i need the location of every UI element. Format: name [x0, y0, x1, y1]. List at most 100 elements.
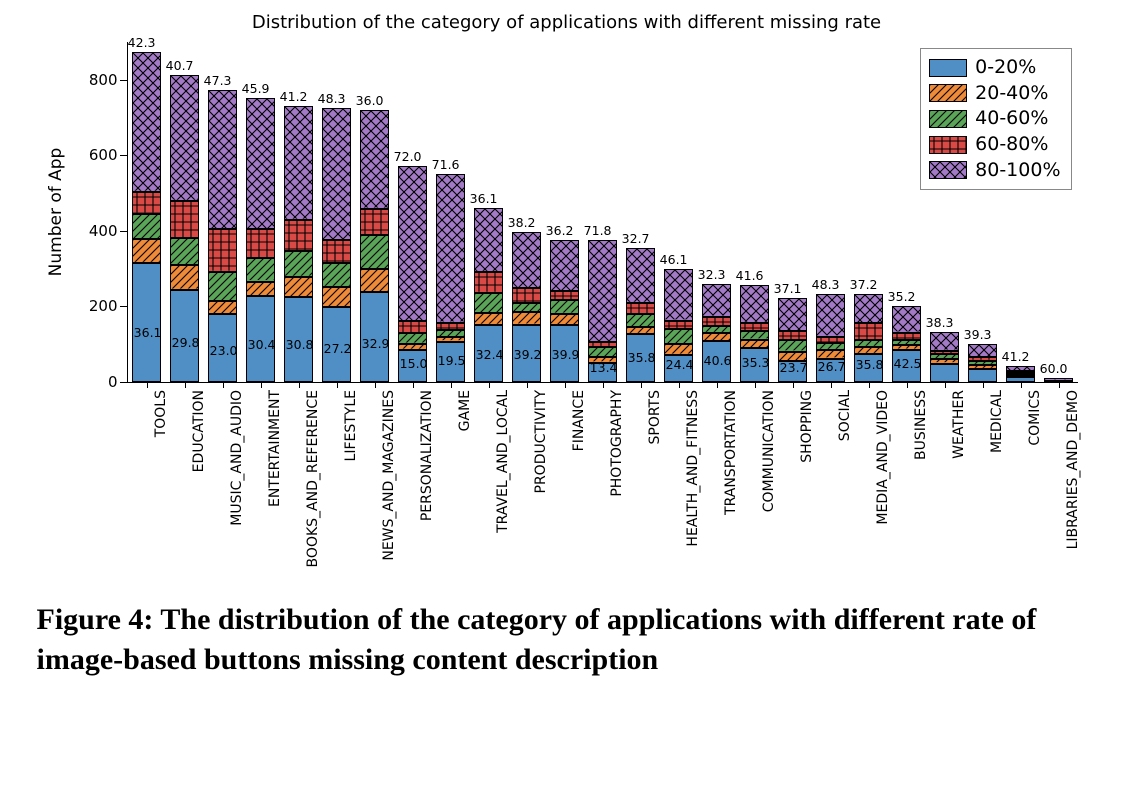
legend-swatch: [929, 84, 967, 102]
bar-segment: [208, 90, 238, 229]
x-tick: [413, 382, 414, 388]
bar-segment: [132, 239, 162, 263]
bar-bottom-label: 30.8: [286, 337, 314, 352]
bar-segment: [1006, 366, 1036, 371]
x-tick-label: COMICS: [1027, 390, 1043, 446]
x-tick: [147, 382, 148, 388]
bar-bottom-label: 39.9: [552, 347, 580, 362]
bar-top-label: 38.2: [508, 215, 536, 230]
x-tick: [907, 382, 908, 388]
bar-top-label: 35.2: [888, 289, 916, 304]
legend-item: 0-20%: [929, 55, 1060, 81]
x-tick: [261, 382, 262, 388]
bar-segment: [360, 110, 390, 209]
x-tick: [717, 382, 718, 388]
x-tick: [451, 382, 452, 388]
bar-top-label: 40.7: [166, 58, 194, 73]
bar-bottom-label: 24.4: [666, 357, 694, 372]
bar-segment: [246, 258, 276, 281]
bar-segment: [930, 332, 960, 351]
bar-segment: [398, 344, 428, 350]
bar-segment: [702, 326, 732, 333]
x-tick-label: MUSIC_AND_AUDIO: [229, 390, 245, 526]
y-tick: [120, 306, 128, 307]
bar-bottom-label: 35.3: [742, 355, 770, 370]
bar-segment: [626, 303, 656, 314]
bar-segment: [968, 344, 998, 357]
bar-segment: [854, 294, 884, 323]
legend: 0-20%20-40%40-60%60-80%80-100%: [920, 48, 1071, 190]
x-tick-label: PHOTOGRAPHY: [609, 390, 625, 497]
bar-bottom-label: 42.5: [894, 356, 922, 371]
x-tick-label: HEALTH_AND_FITNESS: [685, 390, 701, 547]
x-tick-label: MEDICAL: [989, 390, 1005, 453]
bar-segment: [588, 342, 618, 347]
x-tick-label: GAME: [457, 390, 473, 431]
bar-bottom-label: 35.8: [628, 350, 656, 365]
y-tick-label: 400: [78, 222, 118, 240]
bar-segment: [170, 75, 200, 201]
x-tick: [337, 382, 338, 388]
bar-segment: [626, 314, 656, 327]
bar-segment: [930, 359, 960, 363]
bar-segment: [436, 337, 466, 341]
bar-top-label: 41.2: [280, 89, 308, 104]
bar-segment: [170, 201, 200, 238]
bar-segment: [132, 263, 162, 382]
bar-top-label: 47.3: [204, 73, 232, 88]
bar-top-label: 37.1: [774, 281, 802, 296]
bar-bottom-label: 26.7: [818, 359, 846, 374]
bar-top-label: 39.3: [964, 327, 992, 342]
bar-segment: [436, 330, 466, 338]
bar-segment: [740, 331, 770, 339]
bar-bottom-label: 19.5: [438, 353, 466, 368]
y-tick: [120, 382, 128, 383]
bar-segment: [968, 365, 998, 369]
bar-segment: [398, 333, 428, 344]
x-tick-label: LIBRARIES_AND_DEMO: [1065, 390, 1081, 549]
legend-swatch: [929, 161, 967, 179]
bar-top-label: 71.6: [432, 157, 460, 172]
bar-segment: [664, 269, 694, 320]
bar-segment: [284, 277, 314, 297]
bar-top-label: 37.2: [850, 277, 878, 292]
bar-segment: [132, 192, 162, 214]
x-tick: [489, 382, 490, 388]
bar-segment: [664, 329, 694, 344]
bar-segment: [360, 235, 390, 269]
bar-top-label: 48.3: [812, 277, 840, 292]
bar-segment: [816, 350, 846, 358]
x-tick: [831, 382, 832, 388]
x-tick: [603, 382, 604, 388]
bar-segment: [1044, 378, 1074, 380]
bar-bottom-label: 35.8: [856, 357, 884, 372]
bar-segment: [322, 240, 352, 263]
bar-segment: [816, 294, 846, 336]
bar-segment: [702, 284, 732, 316]
bar-top-label: 38.3: [926, 315, 954, 330]
bar-segment: [702, 317, 732, 326]
x-tick-label: NEWS_AND_MAGAZINES: [381, 390, 397, 561]
bar-segment: [398, 166, 428, 322]
x-tick: [223, 382, 224, 388]
bar-segment: [132, 52, 162, 192]
legend-label: 0-20%: [975, 55, 1036, 81]
bar-segment: [512, 303, 542, 312]
y-tick: [120, 231, 128, 232]
legend-swatch: [929, 136, 967, 154]
bar-bottom-label: 30.4: [248, 337, 276, 352]
y-tick: [120, 80, 128, 81]
bar-segment: [740, 323, 770, 332]
y-tick: [120, 155, 128, 156]
bar-segment: [816, 337, 846, 344]
bar-segment: [208, 229, 238, 272]
x-tick-label: PERSONALIZATION: [419, 390, 435, 521]
y-tick-label: 800: [78, 71, 118, 89]
x-tick-label: PRODUCTIVITY: [533, 390, 549, 493]
legend-swatch: [929, 59, 967, 77]
bar-bottom-label: 32.4: [476, 347, 504, 362]
x-tick-label: EDUCATION: [191, 390, 207, 472]
bar-segment: [398, 321, 428, 333]
bar-segment: [246, 98, 276, 229]
figure-caption: Figure 4: The distribution of the catego…: [37, 600, 1097, 679]
